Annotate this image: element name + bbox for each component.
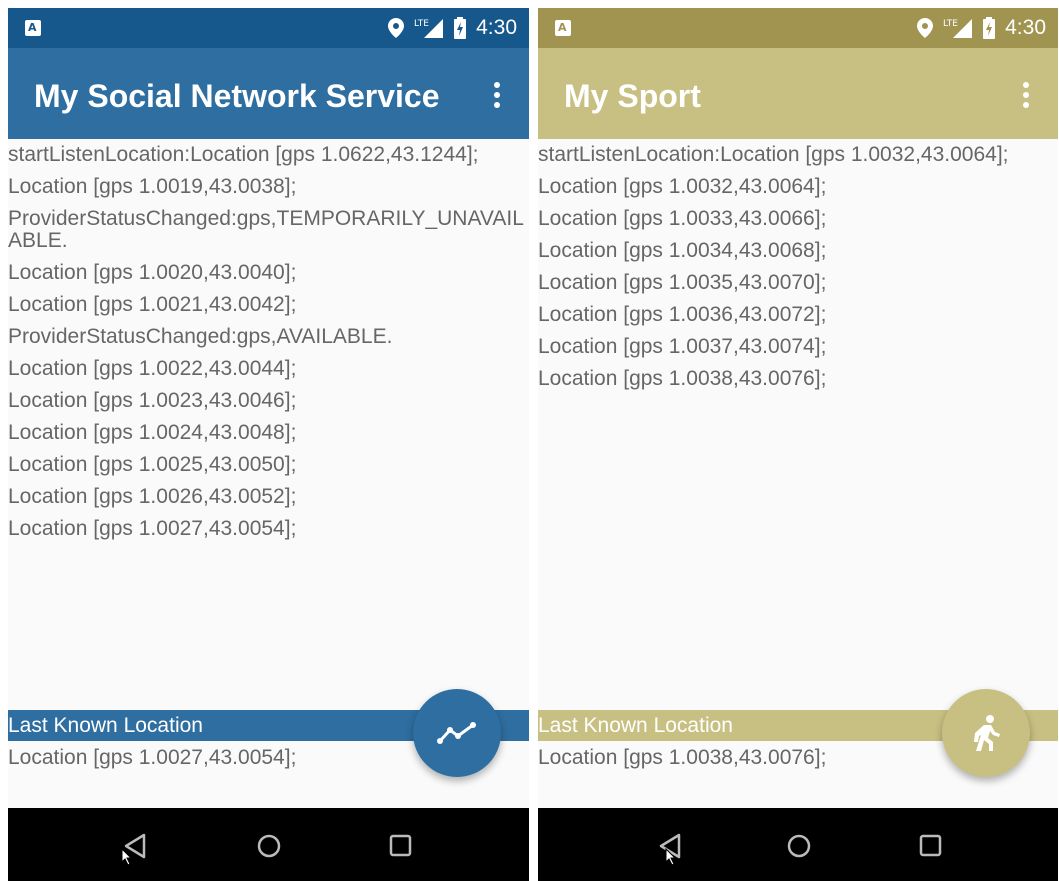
track-fab-button[interactable] [413, 689, 501, 777]
recent-apps-icon[interactable] [388, 832, 414, 864]
log-line: Location [gps 1.0038,43.0076]; [538, 367, 827, 390]
location-log: startListenLocation:Location [gps 1.0032… [538, 144, 1058, 400]
phone-screen-sport: A LTE 4:30 My Sport startListenLocation:… [538, 8, 1058, 881]
home-icon[interactable] [256, 832, 282, 864]
log-line: ProviderStatusChanged:gps,AVAILABLE. [8, 325, 393, 348]
battery-charging-icon [983, 17, 996, 39]
log-line: Location [gps 1.0025,43.0050]; [8, 453, 297, 476]
log-line: Location [gps 1.0035,43.0070]; [538, 271, 827, 294]
last-known-value: Location [gps 1.0027,43.0054]; [8, 746, 297, 769]
log-line: Location [gps 1.0020,43.0040]; [8, 261, 297, 284]
phone-screen-social: A LTE 4:30 My Social Network Service sta… [8, 8, 529, 881]
log-line: Location [gps 1.0019,43.0038]; [8, 175, 297, 198]
app-bar: My Sport [538, 48, 1058, 139]
overflow-menu-icon[interactable] [493, 82, 501, 110]
home-icon[interactable] [786, 832, 812, 864]
location-log: startListenLocation:Location [gps 1.0622… [8, 144, 529, 550]
last-known-label: Last Known Location [538, 714, 733, 737]
log-line: Location [gps 1.0037,43.0074]; [538, 335, 827, 358]
svg-text:LTE: LTE [414, 19, 429, 29]
last-known-label: Last Known Location [8, 714, 203, 737]
status-bar: A LTE 4:30 [8, 8, 529, 48]
lte-signal-icon: LTE [943, 17, 973, 39]
app-bar: My Social Network Service [8, 48, 529, 139]
log-line: Location [gps 1.0032,43.0064]; [538, 175, 827, 198]
sim-card-icon: A [555, 20, 571, 36]
activity-fab-button[interactable] [942, 689, 1030, 777]
overflow-menu-icon[interactable] [1022, 82, 1030, 110]
battery-charging-icon [454, 17, 467, 39]
trending-line-icon [437, 722, 476, 744]
navigation-bar [538, 808, 1058, 881]
app-title: My Social Network Service [34, 78, 440, 114]
status-bar: A LTE 4:30 [538, 8, 1058, 48]
log-line: Location [gps 1.0033,43.0066]; [538, 207, 827, 230]
lte-signal-icon: LTE [414, 17, 444, 39]
log-line: ProviderStatusChanged:gps,TEMPORARILY_UN… [8, 207, 524, 252]
app-title: My Sport [564, 78, 701, 114]
log-line: startListenLocation:Location [gps 1.0622… [8, 143, 479, 166]
clock: 4:30 [476, 16, 517, 39]
log-line: Location [gps 1.0027,43.0054]; [8, 517, 297, 540]
log-line: Location [gps 1.0026,43.0052]; [8, 485, 297, 508]
log-line: Location [gps 1.0022,43.0044]; [8, 357, 297, 380]
svg-text:LTE: LTE [943, 19, 958, 29]
running-person-icon [974, 715, 1000, 751]
location-pin-icon [388, 18, 405, 38]
mouse-cursor-icon [665, 848, 677, 866]
sim-card-icon: A [25, 20, 41, 36]
log-line: Location [gps 1.0024,43.0048]; [8, 421, 297, 444]
mouse-cursor-icon [121, 848, 133, 866]
log-line: Location [gps 1.0034,43.0068]; [538, 239, 827, 262]
log-line: Location [gps 1.0021,43.0042]; [8, 293, 297, 316]
last-known-value: Location [gps 1.0038,43.0076]; [538, 746, 827, 769]
log-line: startListenLocation:Location [gps 1.0032… [538, 143, 1009, 166]
navigation-bar [8, 808, 529, 881]
location-pin-icon [917, 18, 934, 38]
log-line: Location [gps 1.0023,43.0046]; [8, 389, 297, 412]
clock: 4:30 [1005, 16, 1046, 39]
log-line: Location [gps 1.0036,43.0072]; [538, 303, 827, 326]
recent-apps-icon[interactable] [918, 832, 944, 864]
